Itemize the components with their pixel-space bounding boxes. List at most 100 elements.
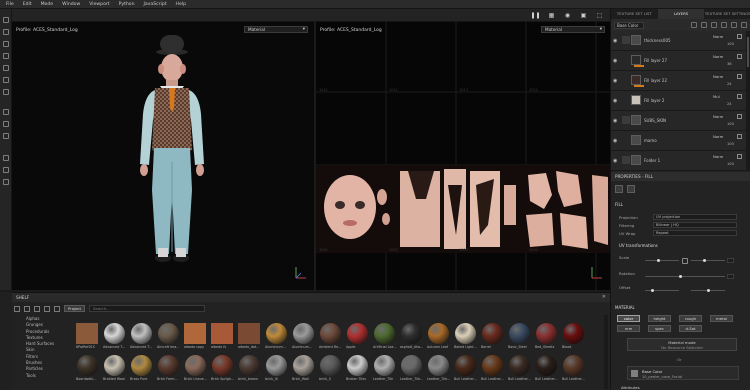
shelf-settings-icon[interactable] — [54, 305, 60, 312]
menu-mode[interactable]: Mode — [41, 2, 54, 7]
channel-select[interactable]: Base Color — [614, 22, 644, 29]
material-preview-icon[interactable] — [627, 185, 635, 193]
shelf-resource-tile[interactable]: Bed_Sheets — [535, 323, 559, 349]
display-settings-icon[interactable] — [3, 179, 9, 185]
grid-view-icon[interactable] — [34, 305, 40, 312]
tab-layers[interactable]: LAYERS — [657, 9, 705, 19]
menu-help[interactable]: Help — [176, 2, 186, 7]
layer-checkbox[interactable] — [737, 114, 742, 119]
list-view-icon[interactable] — [24, 305, 30, 312]
shelf-resource-tile[interactable]: Leather_Tile... — [400, 355, 424, 381]
tab-texture-set-settings[interactable]: TEXTURE SET SETTINGS — [704, 9, 750, 19]
base-color-swatch[interactable] — [631, 370, 638, 377]
channel-nrm-button[interactable]: nrm — [617, 325, 640, 332]
slider-knob[interactable] — [679, 275, 682, 278]
layer-opacity[interactable]: 100 — [727, 162, 734, 166]
eye-icon[interactable]: ◉ — [613, 158, 617, 164]
shelf-resource-tile[interactable]: Bull Leather... — [535, 355, 559, 381]
eye-icon[interactable]: ◉ — [613, 138, 617, 144]
clone-tool-icon[interactable] — [3, 77, 9, 83]
shelf-resource-tile[interactable]: Broken Tiles — [346, 355, 370, 381]
add-fill-layer-icon[interactable] — [721, 22, 727, 28]
grid-icon[interactable]: ▦ — [547, 11, 556, 20]
shelf-scrollbar[interactable] — [604, 315, 608, 389]
layer-opacity[interactable]: 24 — [727, 82, 732, 86]
layer-item[interactable]: ◉ Fill layer 2 Mul 24 — [611, 91, 746, 111]
attributes-header[interactable]: Attributes — [621, 385, 640, 390]
layer-item[interactable]: ◉ SUBS_SKIN Norm 100 — [611, 111, 746, 131]
menu-edit[interactable]: Edit — [23, 2, 32, 7]
paint-tool-icon[interactable] — [3, 17, 9, 23]
shelf-resource-tile[interactable]: brick_III — [265, 355, 289, 381]
shelf-resource-tile[interactable]: Baked Light... — [454, 323, 478, 349]
add-layer-icon[interactable] — [731, 22, 737, 28]
uv-wrap-select[interactable]: Repeat — [653, 230, 737, 236]
slider-knob[interactable] — [657, 259, 660, 262]
shelf-resource-tile[interactable]: Basic_Steel — [508, 323, 532, 349]
shelf-resource-tile[interactable]: Brick Farm... — [157, 355, 181, 381]
close-icon[interactable]: ✕ — [602, 294, 606, 300]
shelf-resource-tile[interactable]: Ambient Re... — [319, 323, 343, 349]
shelf-resource-tile[interactable]: Autumn Leaf — [427, 323, 451, 349]
shelf-resource-tile[interactable]: Aluminum... — [292, 323, 316, 349]
material-select-icon[interactable] — [3, 109, 9, 115]
export-icon[interactable] — [3, 167, 9, 173]
layer-blend[interactable]: Norm — [713, 114, 733, 120]
slider-knob[interactable] — [651, 289, 654, 292]
geometry-tool-icon[interactable] — [3, 53, 9, 59]
layer-opacity[interactable]: 100 — [727, 142, 734, 146]
layer-opacity[interactable]: 24 — [727, 102, 732, 106]
viewport-3d[interactable]: Profile: ACES_Standard_Log Material — [12, 22, 314, 290]
scale-v-slider[interactable] — [691, 260, 725, 261]
scale-u-slider[interactable] — [645, 260, 679, 261]
filter-icon[interactable] — [44, 305, 50, 312]
layer-opacity[interactable]: 100 — [727, 42, 734, 46]
menu-window[interactable]: Window — [62, 2, 80, 7]
layer-blend[interactable]: Norm — [713, 54, 733, 60]
shelf-resource-tile[interactable]: Leather_Tile — [373, 355, 397, 381]
layer-item[interactable]: ◉ Fill layer 27 Norm 36 — [611, 51, 746, 71]
menu-javascript[interactable]: JavaScript — [144, 2, 167, 7]
fill-properties-icon[interactable] — [615, 185, 623, 193]
shelf-resource-tile[interactable]: albedo copy — [184, 323, 208, 349]
channel-metal-button[interactable]: metal — [710, 315, 733, 322]
eye-icon[interactable]: ◉ — [613, 118, 617, 124]
shelf-resource-tile[interactable]: Boardwalk... — [76, 355, 100, 381]
polygon-fill-icon[interactable] — [3, 121, 9, 127]
eye-icon[interactable]: ◉ — [613, 38, 617, 44]
screenshot-icon[interactable]: ▣ — [579, 11, 588, 20]
add-folder-icon[interactable] — [711, 22, 717, 28]
layer-checkbox[interactable] — [737, 134, 742, 139]
smudge-tool-icon[interactable] — [3, 65, 9, 71]
layer-blend[interactable]: Norm — [713, 74, 733, 80]
menu-file[interactable]: File — [6, 2, 14, 7]
eye-icon[interactable]: ◉ — [613, 98, 617, 104]
shelf-search-input[interactable]: Search... — [89, 305, 205, 312]
rotation-value-field[interactable] — [727, 274, 734, 279]
shelf-resource-tile[interactable]: Braided Wool — [103, 355, 127, 381]
layer-checkbox[interactable] — [737, 34, 742, 39]
filtering-select[interactable]: Bilinear | HQ — [653, 222, 737, 228]
folder-icon[interactable] — [14, 305, 20, 312]
shelf-resource-tile[interactable]: albedo_dot... — [238, 323, 262, 349]
shelf-resource-tile[interactable]: Apple — [346, 323, 370, 349]
scale-value-field[interactable] — [727, 258, 734, 263]
layers-scrollbar[interactable] — [746, 31, 750, 171]
base-color-slot[interactable]: Base Color 10_peeler_nose_Facial — [627, 366, 739, 380]
layer-checkbox[interactable] — [737, 54, 742, 59]
layer-item[interactable]: ◉ mamo Norm 100 — [611, 131, 746, 151]
tab-texture-set-list[interactable]: TEXTURE SET LIST — [611, 9, 658, 19]
shelf-resource-tile[interactable]: brick_II — [319, 355, 343, 381]
projection-select[interactable]: UV projection — [653, 214, 737, 220]
viewport-2d-display-select[interactable]: Material — [541, 26, 605, 33]
layer-checkbox[interactable] — [737, 154, 742, 159]
layer-checkbox[interactable] — [737, 94, 742, 99]
layer-blend[interactable]: Norm — [713, 34, 733, 40]
lock-icon[interactable] — [682, 258, 688, 264]
layer-opacity[interactable]: 36 — [727, 62, 732, 66]
add-mask-icon[interactable] — [701, 22, 707, 28]
shelf-resource-tile[interactable]: Aluminium... — [265, 323, 289, 349]
shelf-resource-tile[interactable]: 8PatRef01S — [76, 323, 100, 349]
layer-item[interactable]: ◉ thickness005 Norm 100 — [611, 31, 746, 51]
shelf-resource-tile[interactable]: Advanced T... — [103, 323, 127, 349]
